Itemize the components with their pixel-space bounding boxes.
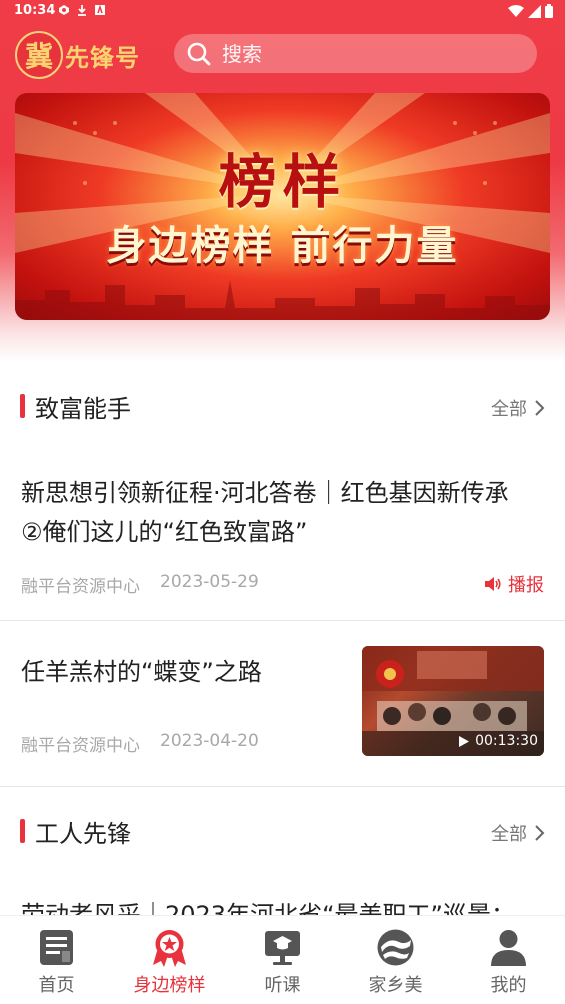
logo-text: 先锋号 (65, 42, 140, 72)
speaker-icon (485, 577, 501, 591)
app-logo: 冀 先锋号 (15, 30, 145, 80)
section-header-rich: 致富能手 全部 (0, 376, 565, 436)
signal-icon (528, 4, 541, 18)
logo-char: 冀 (24, 40, 53, 73)
video-thumbnail[interactable]: 00:13:30 (362, 646, 544, 756)
news-meta: 融平台资源中心 2023-04-20 (21, 731, 259, 756)
system-icons (508, 4, 553, 18)
banner-title: 榜样 (218, 148, 347, 216)
section-header-workers: 工人先锋 全部 (0, 801, 565, 861)
divider (0, 786, 565, 787)
section-accent-bar (20, 394, 25, 418)
news-source: 融平台资源中心 (21, 736, 140, 756)
nav-label: 我的 (490, 975, 527, 996)
news-title-line: 新思想引领新征程·河北答卷｜红色基因新传承 (21, 479, 509, 507)
section-title: 工人先锋 (35, 820, 131, 848)
chevron-right-icon (535, 825, 545, 841)
news-list-item[interactable]: 劳动者风采｜2023年河北省“最美职工”巡景： (0, 880, 565, 929)
nav-label: 家乡美 (368, 975, 423, 996)
news-list-item[interactable]: 新思想引领新征程·河北答卷｜红色基因新传承 ②俺们这儿的“红色致富路” 融平台资… (0, 470, 565, 620)
lecture-icon (265, 931, 300, 965)
duration-text: 00:13:30 (475, 733, 538, 749)
app-notification-icon (59, 5, 69, 15)
nav-role-models[interactable]: 身边榜样 (113, 916, 226, 1004)
video-duration: 00:13:30 (458, 733, 538, 749)
view-all-button[interactable]: 全部 (491, 395, 545, 421)
section-accent-bar (20, 819, 25, 843)
notification-icons (58, 4, 106, 16)
search-bar[interactable] (174, 34, 537, 73)
news-list-item[interactable]: 任羊羔村的“蝶变”之路 融平台资源中心 2023-04-20 00:13:30 (0, 621, 565, 786)
view-all-label: 全部 (491, 824, 527, 845)
nav-profile[interactable]: 我的 (452, 916, 565, 1004)
news-date: 2023-04-20 (160, 731, 259, 751)
battery-icon (545, 4, 553, 18)
banner-carousel[interactable]: 榜样 身边榜样 前行力量 (15, 93, 550, 320)
user-icon (491, 930, 526, 966)
view-all-button[interactable]: 全部 (491, 820, 545, 846)
wifi-icon (508, 4, 524, 17)
play-icon (459, 735, 470, 747)
hometown-icon (377, 929, 414, 966)
bottom-navigation: 首页 身边榜样 听课 家乡美 我的 (0, 915, 565, 1004)
news-title-line: ②俺们这儿的“红色致富路” (21, 518, 308, 546)
nav-lectures[interactable]: 听课 (226, 916, 339, 1004)
nav-label: 身边榜样 (133, 975, 206, 996)
nav-label: 听课 (264, 975, 301, 996)
badge-icon (153, 930, 186, 967)
news-icon (40, 930, 73, 965)
status-time: 10:34 (14, 3, 56, 18)
broadcast-label: 播报 (508, 575, 544, 596)
chevron-right-icon (535, 400, 545, 416)
news-meta: 融平台资源中心 2023-05-29 (21, 572, 259, 597)
download-icon (78, 5, 86, 16)
app-screen: 10:34 冀 先锋号 搜索 榜样 身边榜样 前行力量 致富能手 全部 新思想引… (0, 0, 565, 1004)
search-input[interactable] (222, 41, 512, 66)
status-bar: 10:34 (0, 0, 565, 24)
broadcast-button[interactable]: 播报 (484, 571, 544, 597)
logo-emblem: 冀 (15, 31, 63, 79)
search-icon (187, 42, 211, 65)
city-skyline-decoration (15, 280, 550, 320)
font-notification-icon (95, 4, 105, 15)
news-title-line: 任羊羔村的“蝶变”之路 (21, 658, 262, 686)
nav-hometown[interactable]: 家乡美 (339, 916, 452, 1004)
nav-home[interactable]: 首页 (0, 916, 113, 1004)
view-all-label: 全部 (491, 399, 527, 420)
news-source: 融平台资源中心 (21, 577, 140, 597)
news-date: 2023-05-29 (160, 572, 259, 592)
section-title: 致富能手 (35, 395, 131, 423)
nav-label: 首页 (38, 975, 75, 996)
